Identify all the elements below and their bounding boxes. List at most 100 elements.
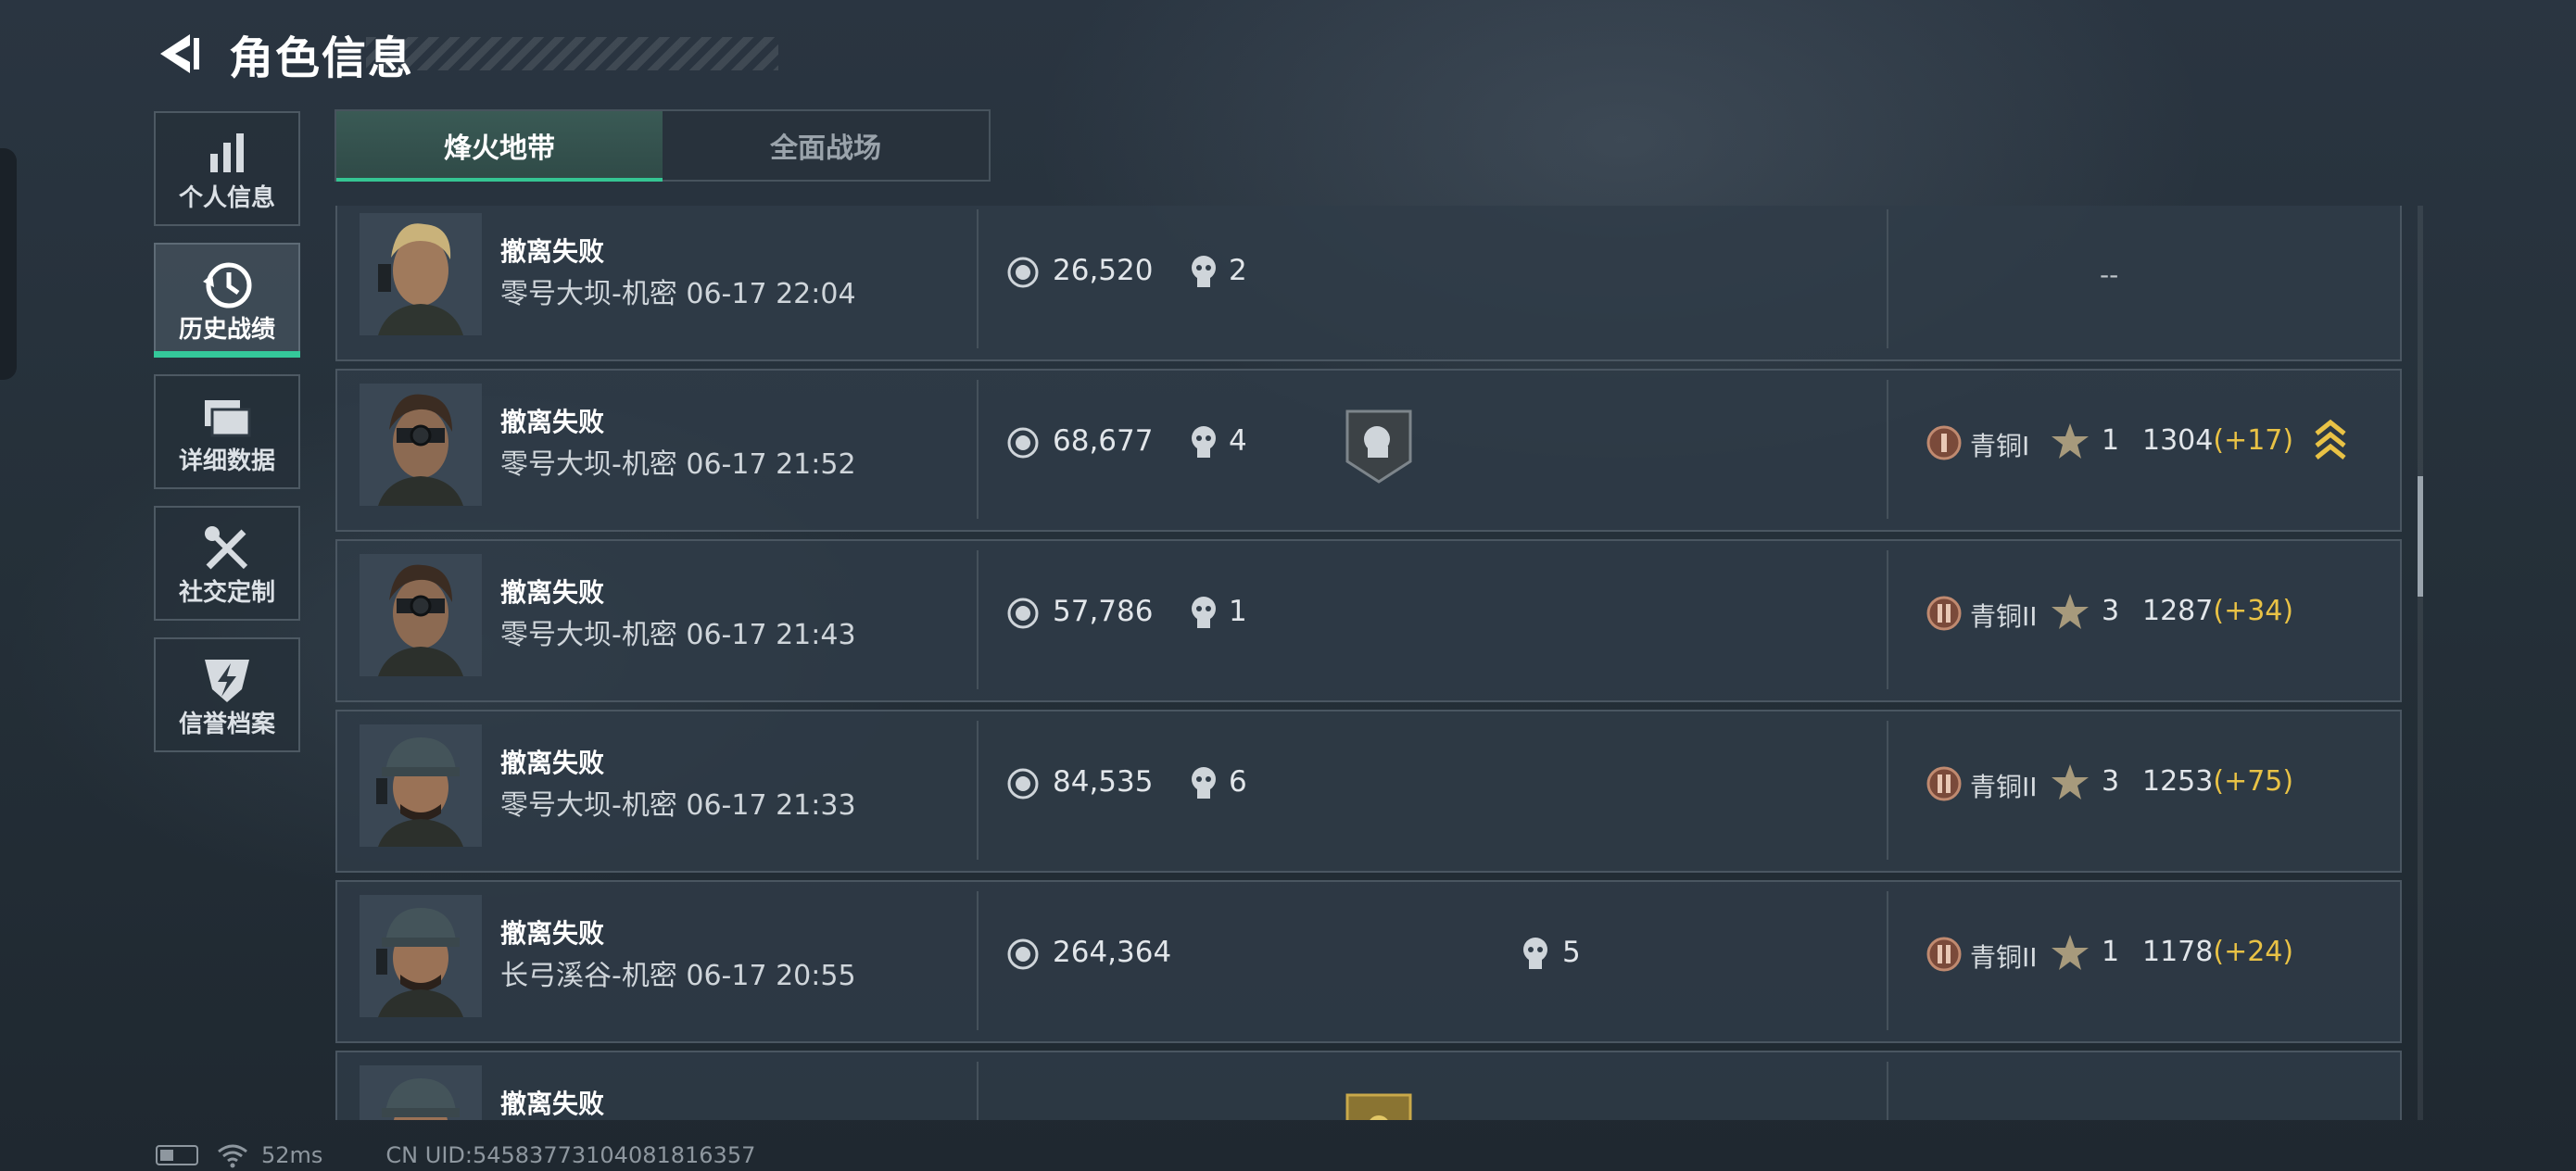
kill-count: 5	[1562, 936, 1581, 969]
nav-label: 详细数据	[178, 447, 275, 475]
star-count: 3	[2102, 765, 2120, 798]
skull-icon	[1192, 256, 1216, 287]
match-map-time: 零号大坝-机密 06-17 21:52	[500, 448, 856, 481]
match-row[interactable]: 撤离失败 零号大坝-机密 06-17 22:04 26,520 2 --	[335, 206, 2402, 361]
match-result: 撤离失败	[500, 918, 605, 949]
row-divider	[1887, 550, 1888, 689]
row-divider	[977, 721, 979, 860]
coin-icon	[1007, 427, 1039, 459]
row-divider	[977, 380, 979, 519]
coin-icon	[1007, 598, 1039, 629]
score-value: 1304	[2142, 424, 2214, 457]
no-rank-placeholder: --	[2100, 259, 2119, 290]
tab-hazard-zone[interactable]: 烽火地带	[336, 111, 663, 182]
star-icon	[2052, 594, 2089, 629]
operator-avatar	[360, 895, 482, 1017]
tab-battlefield[interactable]: 全面战场	[663, 111, 989, 180]
match-result: 撤离失败	[500, 407, 605, 437]
rank-score: 1287(+34)	[2142, 595, 2293, 627]
tools-icon	[205, 526, 248, 570]
skull-icon	[1192, 597, 1216, 628]
gold-badge-icon[interactable]	[1342, 1089, 1416, 1120]
score-delta: (+24)	[2213, 936, 2294, 968]
nav-item-social[interactable]: 社交定制	[154, 506, 300, 621]
coin-icon	[1007, 938, 1039, 970]
row-divider	[977, 550, 979, 689]
operator-avatar	[360, 384, 482, 506]
bronze-rank-icon	[1926, 596, 1962, 631]
rank-name: 青铜I	[1970, 431, 2030, 461]
star-count: 3	[2102, 595, 2120, 627]
loot-value: 57,786	[1053, 595, 1154, 628]
scroll-thumb[interactable]	[2418, 476, 2423, 597]
star-count: 1	[2102, 936, 2120, 968]
battery-icon	[156, 1145, 198, 1165]
rank-up-chevron-icon	[2315, 419, 2346, 460]
match-map-time: 零号大坝-机密 06-17 21:33	[500, 789, 856, 822]
skull-icon	[1192, 426, 1216, 458]
page-title: 角色信息	[229, 32, 415, 84]
rank-name: 青铜II	[1970, 601, 2038, 632]
match-row[interactable]: 撤离失败 长弓溪谷-机密 06-17 20:55 264,364 5 青铜II …	[335, 880, 2402, 1043]
nav-item-history[interactable]: 历史战绩	[154, 243, 300, 358]
operator-avatar	[360, 1065, 482, 1120]
coin-icon	[1007, 768, 1039, 800]
status-bar: 52ms CN UID:54583773104081816357	[156, 1141, 755, 1169]
bronze-rank-icon	[1926, 766, 1962, 801]
operator-avatar	[360, 554, 482, 676]
skull-icon	[1523, 938, 1547, 969]
match-result: 撤离失败	[500, 748, 605, 778]
clock-history-icon	[203, 262, 252, 308]
star-icon	[2052, 935, 2089, 970]
folder-icon	[205, 400, 251, 437]
star-icon	[2052, 764, 2089, 800]
title-decoration	[366, 37, 778, 70]
kill-count: 4	[1229, 424, 1247, 458]
score-delta: (+34)	[2213, 595, 2294, 627]
kill-count: 1	[1229, 595, 1247, 628]
coin-icon	[1007, 257, 1039, 288]
score-delta: (+17)	[2213, 424, 2294, 457]
nav-label: 个人信息	[178, 184, 275, 212]
list-scrollbar[interactable]	[2418, 206, 2423, 1120]
row-divider	[977, 891, 979, 1030]
skull-icon	[1192, 767, 1216, 799]
rank-score: 1253(+75)	[2142, 765, 2293, 798]
match-history-list[interactable]: 撤离失败 零号大坝-机密 06-17 22:04 26,520 2 -- 撤离失…	[335, 206, 2402, 1120]
match-map-time: 零号大坝-机密 06-17 21:43	[500, 619, 856, 651]
row-divider	[1887, 209, 1888, 348]
kill-count: 6	[1229, 765, 1247, 799]
row-divider	[1887, 1062, 1888, 1120]
back-arrow-icon[interactable]	[153, 29, 203, 79]
bar-chart-icon	[210, 133, 244, 172]
match-row[interactable]: 撤离失败 零号大坝-机密 06-17 21:52 68,677 4 青铜I 1 …	[335, 369, 2402, 532]
operator-avatar	[360, 724, 482, 847]
rank-name: 青铜II	[1970, 772, 2038, 802]
edge-handle[interactable]	[0, 148, 17, 380]
nav-item-details[interactable]: 详细数据	[154, 374, 300, 489]
shield-badge-icon[interactable]	[1342, 406, 1416, 485]
rank-score: 1304(+17)	[2142, 424, 2293, 457]
match-row[interactable]: 撤离失败 零号大坝-机密 06-17 21:33 84,535 6 青铜II 3…	[335, 710, 2402, 873]
score-delta: (+75)	[2213, 765, 2294, 798]
rank-name: 青铜II	[1970, 942, 2038, 973]
nav-item-reputation[interactable]: 信誉档案	[154, 637, 300, 752]
shield-lightning-icon	[205, 660, 249, 702]
match-result: 撤离失败	[500, 236, 605, 267]
side-nav: 个人信息 历史战绩 详细数据 社交定制 信誉档案	[154, 111, 302, 769]
loot-value: 26,520	[1053, 254, 1154, 287]
active-indicator	[154, 351, 300, 358]
row-divider	[977, 1062, 979, 1120]
match-row[interactable]: 撤离失败	[335, 1051, 2402, 1120]
nav-label: 历史战绩	[178, 316, 275, 344]
operator-avatar	[360, 213, 482, 335]
match-row[interactable]: 撤离失败 零号大坝-机密 06-17 21:43 57,786 1 青铜II 3…	[335, 539, 2402, 702]
rank-score: 1178(+24)	[2142, 936, 2293, 968]
row-divider	[1887, 380, 1888, 519]
kill-count: 2	[1229, 254, 1247, 287]
match-result: 撤离失败	[500, 577, 605, 608]
nav-item-profile[interactable]: 个人信息	[154, 111, 300, 226]
wifi-icon	[218, 1144, 247, 1168]
uid-text: CN UID:54583773104081816357	[385, 1142, 756, 1168]
row-divider	[1887, 891, 1888, 1030]
